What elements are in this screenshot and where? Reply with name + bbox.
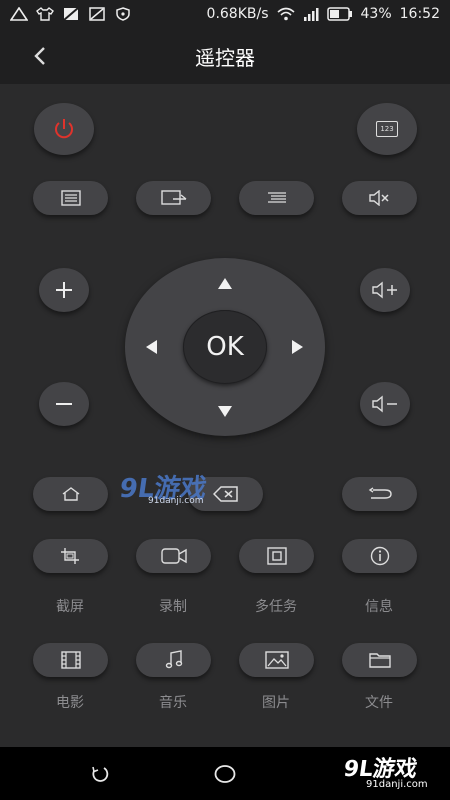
mute-button[interactable] — [342, 181, 417, 215]
home-button[interactable] — [33, 477, 108, 511]
menu-list-icon — [60, 190, 81, 206]
volume-down-button[interactable] — [360, 382, 410, 426]
clock: 16:52 — [399, 6, 440, 22]
return-arrow-icon — [368, 487, 392, 499]
label-music: 音乐 — [159, 695, 187, 711]
info-button[interactable] — [342, 539, 417, 573]
power-icon — [55, 119, 73, 139]
signal-icon — [303, 8, 319, 21]
status-icons-left — [10, 7, 132, 21]
menu-button[interactable] — [33, 181, 108, 215]
folder-icon — [368, 653, 391, 668]
crop-icon — [60, 548, 79, 564]
wifi-icon — [276, 7, 295, 21]
label-multitask: 多任务 — [255, 599, 297, 615]
battery-icon — [326, 7, 352, 21]
battery-percent: 43% — [360, 6, 392, 22]
plus-icon — [56, 282, 72, 298]
settings-list-button[interactable] — [239, 181, 314, 215]
input-source-icon — [160, 190, 186, 205]
music-note-icon — [165, 650, 182, 669]
ok-button[interactable]: OK — [183, 310, 267, 384]
record-button[interactable] — [136, 539, 211, 573]
label-pictures: 图片 — [262, 695, 290, 711]
shield-icon — [116, 7, 130, 21]
chevron-left-icon[interactable] — [28, 44, 52, 68]
status-bar: 0.68KB/s 43% 16:52 — [0, 0, 450, 28]
alert-triangle-icon — [10, 7, 28, 21]
lines-icon — [267, 192, 286, 203]
pictures-button[interactable] — [239, 643, 314, 677]
system-nav-bar: 9L游戏 91danji.com — [0, 747, 450, 800]
screen: { "status_bar": { "net_speed": "0.68KB/s… — [0, 0, 450, 800]
volume-mute-icon — [368, 190, 389, 206]
music-button[interactable] — [136, 643, 211, 677]
return-button[interactable] — [342, 477, 417, 511]
film-icon — [60, 651, 81, 669]
page-title: 遥控器 — [195, 45, 255, 70]
cast-icon — [89, 7, 105, 21]
no-sim-icon — [63, 7, 79, 21]
volume-down-icon — [372, 395, 397, 413]
app-header: 遥控器 — [0, 28, 450, 84]
files-button[interactable] — [342, 643, 417, 677]
status-icons-right: 0.68KB/s 43% 16:52 — [207, 6, 440, 22]
tshirt-icon — [36, 7, 54, 21]
backspace-icon — [212, 486, 238, 502]
input-source-button[interactable] — [136, 181, 211, 215]
label-record: 录制 — [159, 599, 187, 615]
dpad-down-arrow[interactable] — [218, 406, 232, 417]
home-icon — [62, 487, 79, 501]
label-movie: 电影 — [56, 695, 84, 711]
watermark-domain-center: 91danji.com — [148, 496, 204, 506]
screenshot-button[interactable] — [33, 539, 108, 573]
dpad-up-arrow[interactable] — [218, 278, 232, 289]
channel-up-button[interactable] — [39, 268, 89, 312]
label-info: 信息 — [365, 599, 393, 615]
dpad-left-arrow[interactable] — [146, 340, 157, 354]
watermark-domain-corner: 91danji.com — [366, 779, 428, 790]
label-files: 文件 — [365, 695, 393, 711]
image-icon — [264, 651, 289, 669]
volume-up-button[interactable] — [360, 268, 410, 312]
volume-up-icon — [372, 281, 397, 299]
channel-down-button[interactable] — [39, 382, 89, 426]
power-button[interactable] — [34, 103, 94, 155]
net-speed: 0.68KB/s — [206, 6, 269, 22]
back-nav-icon[interactable] — [90, 765, 110, 783]
multitask-button[interactable] — [239, 539, 314, 573]
minus-icon — [56, 403, 72, 405]
number-pad-button[interactable]: 123 — [357, 103, 417, 155]
home-nav-icon[interactable] — [213, 764, 237, 784]
video-camera-icon — [160, 548, 187, 564]
info-icon — [370, 546, 389, 566]
numeric-keypad-icon: 123 — [376, 121, 398, 137]
label-screenshot: 截屏 — [56, 599, 84, 615]
multitask-icon — [266, 547, 287, 565]
dpad-right-arrow[interactable] — [292, 340, 303, 354]
movie-button[interactable] — [33, 643, 108, 677]
